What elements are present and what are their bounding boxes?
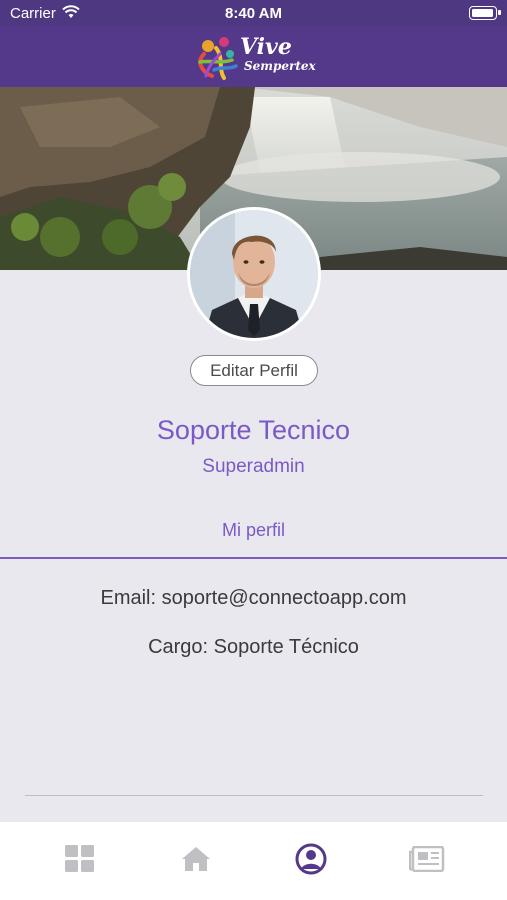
tab-home[interactable] <box>166 834 226 884</box>
logo-text-sempertex: Sempertex <box>244 59 316 73</box>
tab-news[interactable] <box>397 834 457 884</box>
email-info: Email: soporte@connectoapp.com <box>100 587 407 609</box>
grid-icon <box>65 845 94 872</box>
newspaper-icon <box>409 846 445 872</box>
logo-text-vive: Vive <box>240 34 292 60</box>
tab-profile[interactable] <box>281 834 341 884</box>
app-header: Vive Sempertex <box>0 26 507 87</box>
tab-grid[interactable] <box>50 834 110 884</box>
profile-avatar[interactable] <box>187 207 321 341</box>
home-icon <box>182 847 210 871</box>
vive-sempertex-logo: Vive Sempertex <box>194 32 316 82</box>
bottom-tab-bar <box>0 822 507 900</box>
balloon-figures-icon <box>198 37 238 80</box>
tab-mi-perfil[interactable]: Mi perfil <box>0 520 507 541</box>
clock: 8:40 AM <box>225 5 282 22</box>
divider <box>25 795 483 796</box>
user-icon <box>295 843 327 875</box>
battery-icon <box>469 6 501 20</box>
profile-name: Soporte Tecnico <box>156 415 351 445</box>
cargo-info: Cargo: Soporte Técnico <box>148 636 359 658</box>
profile-role: Superadmin <box>202 456 305 477</box>
status-bar: Carrier 8:40 AM <box>0 0 507 26</box>
tab-underline <box>0 557 507 559</box>
edit-profile-button[interactable]: Editar Perfil <box>190 355 318 386</box>
